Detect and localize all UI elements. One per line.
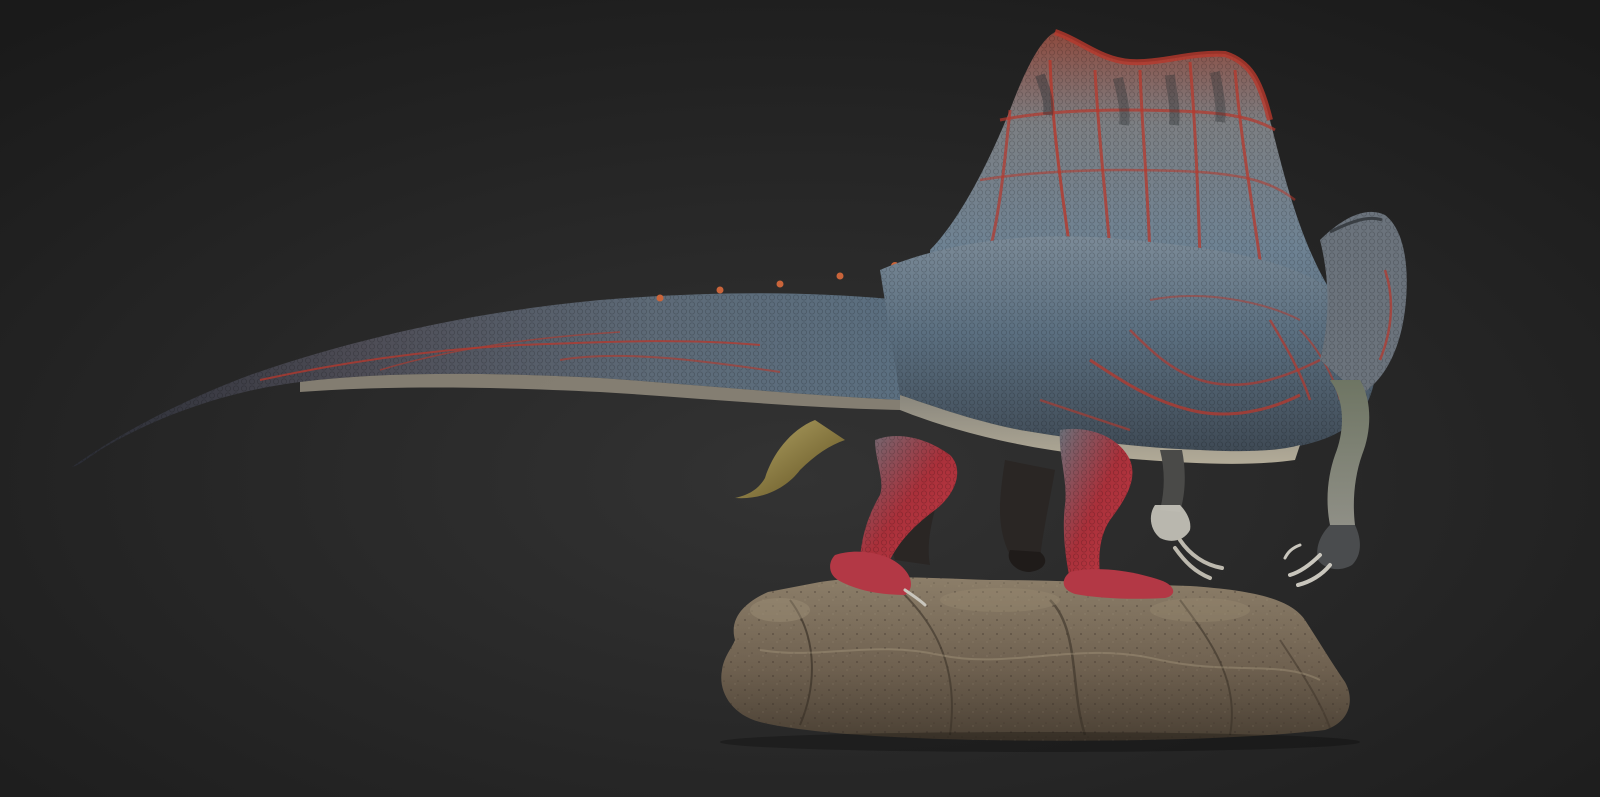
ground-shadow (720, 732, 1360, 752)
rock-base (721, 577, 1350, 741)
render-scene (0, 0, 1600, 797)
viewport-canvas (0, 0, 1600, 797)
